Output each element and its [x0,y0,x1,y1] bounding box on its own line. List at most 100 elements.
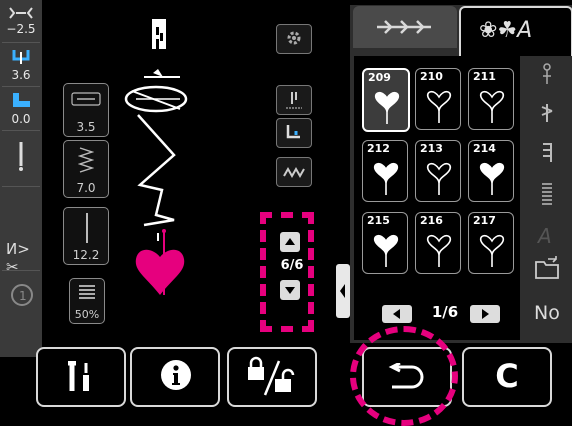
dense-stitch-icon[interactable] [540,182,554,208]
wrench-screwdriver-icon [68,361,89,391]
single-motif-icon[interactable] [540,62,554,86]
pattern-tile[interactable]: 212 [362,140,408,202]
motif-icon [479,162,505,195]
tie-off-icon: 1 [11,284,33,306]
lock-unlock-icon [248,356,295,396]
spacer-cell [2,186,40,230]
pattern-tile[interactable]: 217 [468,212,514,274]
stitch-width-readout: 3.5 [76,120,96,134]
pattern-number: 211 [473,70,496,83]
pattern-number: 216 [420,214,443,227]
pattern-tile[interactable]: 213 [415,140,461,202]
stitch-length-readout: 7.0 [76,181,96,195]
needle-icon [19,142,23,171]
motif-icon [426,90,452,123]
page-indicator: 1/6 [431,303,459,321]
needle-position-button[interactable]: 12.2 [63,207,109,265]
decorative-symbols-icon: ❀☘A [479,18,533,43]
settings-button[interactable] [276,24,312,54]
needle-stop-button[interactable] [276,85,312,115]
stitch-length-icon [12,50,30,64]
pattern-number: 209 [368,71,391,84]
single-stitch-icon[interactable] [540,142,554,164]
page-next-button[interactable] [470,305,500,323]
side-tools: A No [522,56,572,340]
presser-foot-value: 0.0 [11,112,31,126]
stitch-length-value: 3.6 [11,68,31,82]
clear-c-icon: C [495,357,519,395]
stitch-length-button[interactable]: 7.0 [63,140,109,198]
heart-preview-icon [135,249,185,295]
length-zigzag-icon [78,147,94,173]
gear-icon [287,31,301,45]
arrow-down-icon [285,287,295,294]
left-settings-column: −2.5 3.6 0.0 И>✂ 1 [0,0,42,357]
presser-foot-icon [13,93,30,107]
info-button[interactable] [130,347,220,407]
page-prev-button[interactable] [382,305,412,323]
tab-stitches[interactable] [353,6,457,48]
needle-setting[interactable] [2,130,40,187]
tools-button[interactable] [36,347,126,407]
tension-button[interactable]: 50% [69,278,105,324]
width-arrows-icon [71,92,101,106]
presser-foot-setting[interactable]: 0.0 [2,86,40,131]
pattern-number: 213 [420,142,443,155]
mirror-setting[interactable]: И>✂ [2,230,40,276]
stitch-preview [124,19,188,295]
stitch-counter-label: 6/6 [280,258,304,273]
stitch-length-setting[interactable]: 3.6 [2,42,40,87]
motif-icon [479,234,505,267]
info-icon [161,360,191,390]
pattern-number: 212 [367,142,390,155]
needle-position-icon [86,213,88,243]
feed-dog-icon [283,166,305,178]
pattern-tile[interactable]: 209 [362,68,410,132]
arrow-right-icon [482,309,489,319]
pattern-tile[interactable]: 214 [468,140,514,202]
pattern-tile[interactable]: 216 [415,212,461,274]
needle-stop-icon [286,92,302,109]
pattern-number: 210 [420,70,443,83]
motif-icon [426,234,452,267]
foot-icon [152,19,166,49]
feed-dog-button[interactable] [276,157,312,187]
pattern-tile[interactable]: 211 [468,68,514,130]
counter-up-button[interactable] [280,232,300,252]
foot-pressure-button[interactable] [276,118,312,148]
pattern-number: 214 [473,142,496,155]
stitch-width-setting[interactable]: −2.5 [2,0,40,43]
stitch-arrows-icon [377,20,431,34]
pattern-number: 215 [367,214,390,227]
no-label[interactable]: No [534,302,560,324]
needle-position-readout: 12.2 [72,248,100,262]
svg-text:1: 1 [19,289,27,303]
panel-collapse-tab[interactable] [336,264,350,318]
arrow-left-icon [393,309,400,319]
stitch-width-value: −2.5 [6,22,36,36]
stitch-width-button[interactable]: 3.5 [63,83,109,137]
open-folder-icon[interactable] [534,256,562,280]
motif-icon [374,91,400,124]
pattern-number: 217 [473,214,496,227]
arrow-up-icon [285,238,295,245]
foot-pressure-icon [286,125,300,139]
repeat-motif-icon[interactable] [540,102,554,124]
tie-off-setting[interactable]: 1 [2,270,40,328]
motif-icon [426,162,452,195]
chevron-left-icon [340,284,345,298]
motif-icon [373,234,399,267]
pattern-tile[interactable]: 215 [362,212,408,274]
tension-icon [79,285,95,299]
pattern-tile[interactable]: 210 [415,68,461,130]
tension-readout: 50% [74,308,100,321]
tab-symbols[interactable]: ❀☘A [459,6,572,56]
stitch-width-icon [9,7,33,19]
counter-down-button[interactable] [280,280,300,300]
back-highlight [350,326,458,426]
motif-icon [479,90,505,123]
motif-icon [373,162,399,195]
clear-button[interactable]: C [462,347,552,407]
lock-button[interactable] [227,347,317,407]
font-a-icon[interactable]: A [538,224,552,248]
